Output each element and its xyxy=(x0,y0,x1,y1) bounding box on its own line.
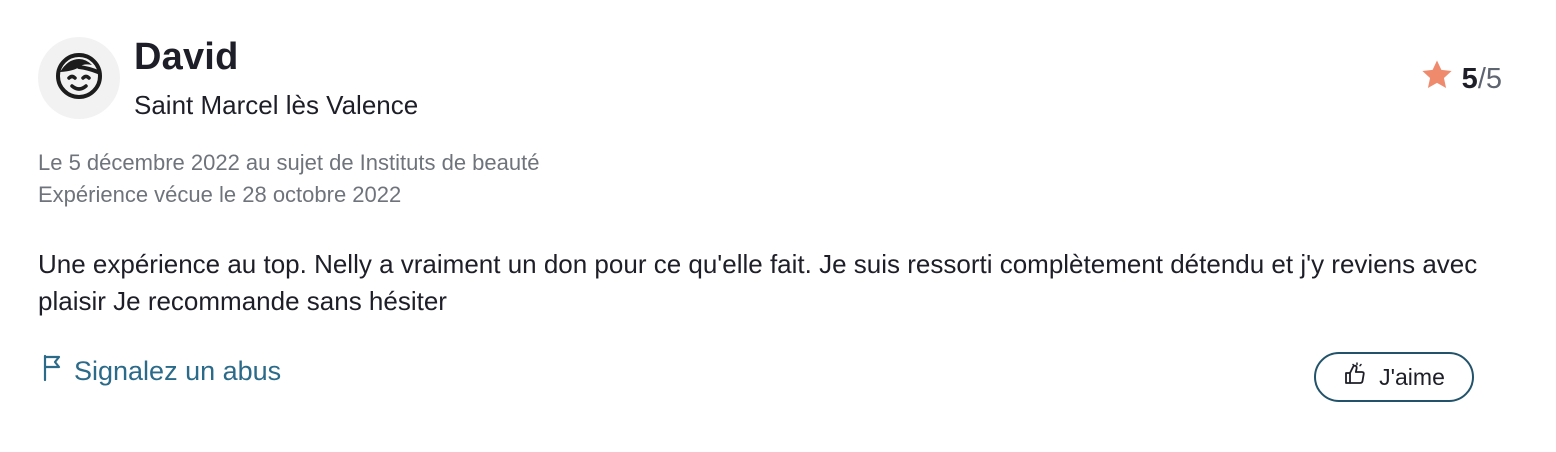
author-name: David xyxy=(134,36,239,78)
review-meta: Le 5 décembre 2022 au sujet de Instituts… xyxy=(38,147,539,211)
like-label: J'aime xyxy=(1379,363,1445,390)
avatar xyxy=(38,37,120,119)
report-abuse-label: Signalez un abus xyxy=(74,356,282,386)
review-card: David Saint Marcel lès Valence 5/5 Le 5 … xyxy=(0,0,1556,452)
experience-date: Expérience vécue le 28 octobre 2022 xyxy=(38,182,402,207)
rating-max: /5 xyxy=(1477,62,1502,95)
review-text: Une expérience au top. Nelly a vraiment … xyxy=(38,249,1478,316)
flag-icon xyxy=(42,354,64,389)
review-date: Le 5 décembre 2022 au sujet de Instituts… xyxy=(38,150,540,175)
star-icon xyxy=(1420,58,1454,100)
face-icon xyxy=(54,51,104,106)
thumbs-up-icon xyxy=(1343,362,1367,392)
like-button[interactable]: J'aime xyxy=(1314,352,1474,402)
author-location: Saint Marcel lès Valence xyxy=(134,90,419,120)
rating-score: 5 xyxy=(1461,62,1478,95)
rating: 5/5 xyxy=(1420,58,1502,100)
report-abuse-link[interactable]: Signalez un abus xyxy=(42,354,281,389)
